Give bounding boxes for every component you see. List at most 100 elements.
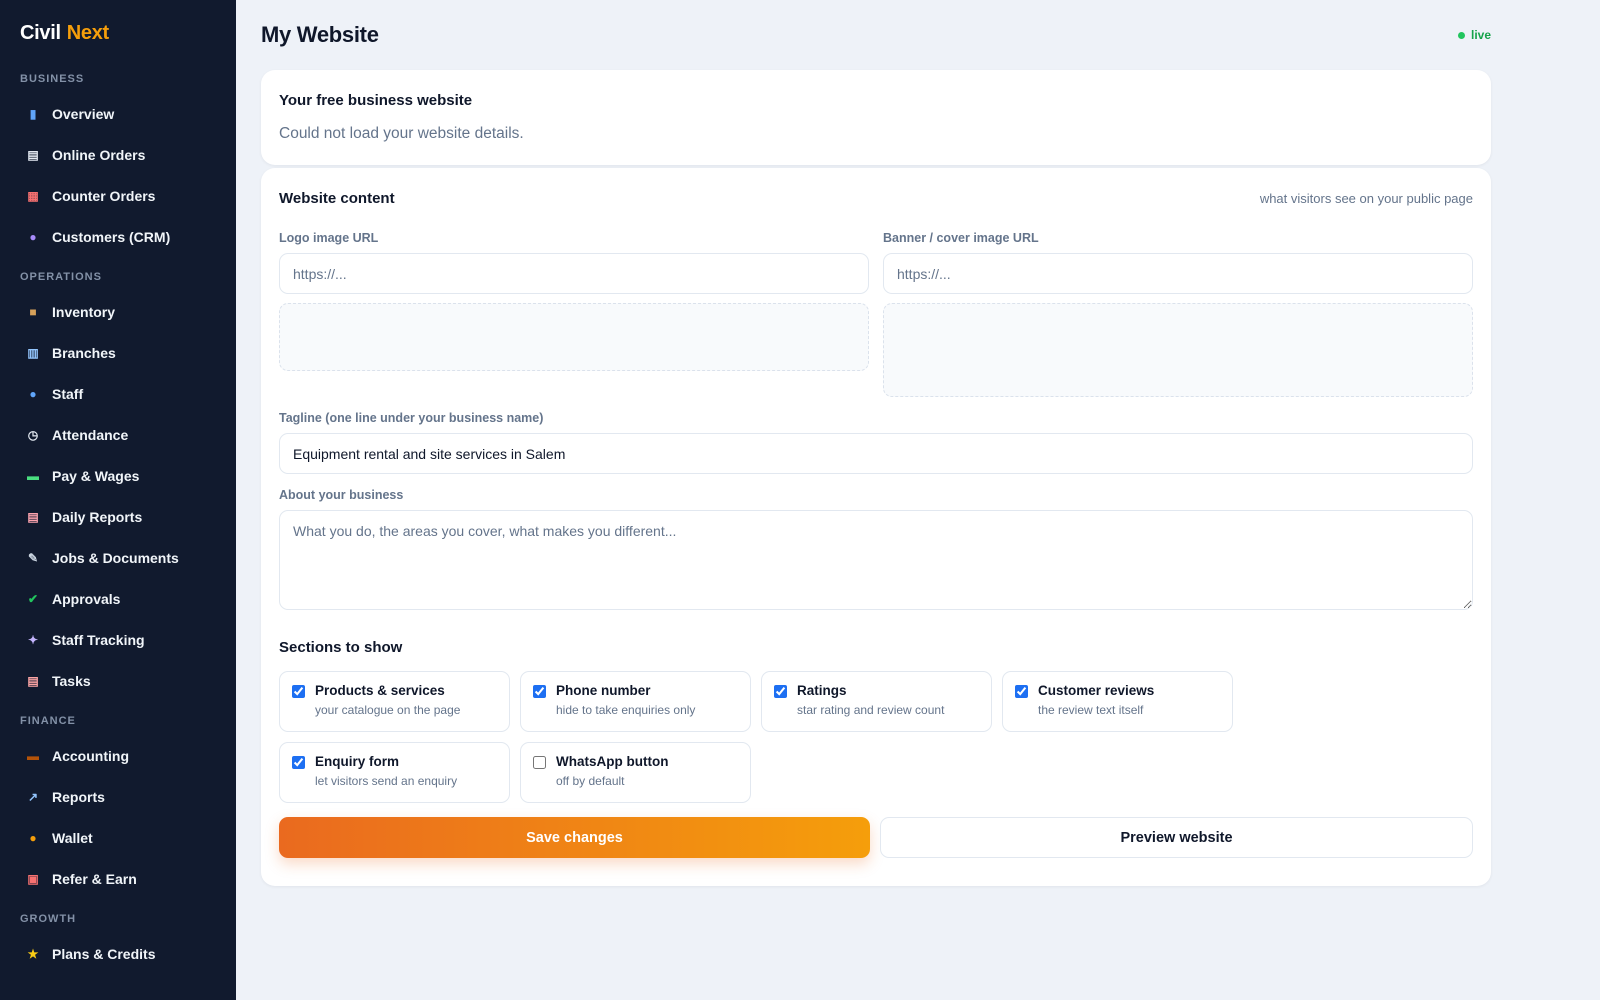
sidebar-item-label: Wallet (52, 829, 93, 846)
trend-chart-icon: ↗ (27, 789, 39, 804)
sidebar-item-approvals[interactable]: ✔ Approvals (0, 578, 236, 619)
banner-column: Banner / cover image URL (883, 231, 1473, 397)
section-checkbox[interactable] (1015, 685, 1028, 698)
sidebar-item-reports[interactable]: ↗ Reports (0, 776, 236, 817)
section-option-whatsapp-button[interactable]: WhatsApp button off by default (520, 742, 751, 803)
tagline-field-group: Tagline (one line under your business na… (279, 411, 1473, 474)
section-option-title: Ratings (797, 683, 847, 698)
sidebar-item-attendance[interactable]: ◷ Attendance (0, 414, 236, 455)
worker-icon: ● (29, 386, 37, 401)
memo-icon: ▤ (27, 509, 39, 524)
wrench-icon: ✎ (27, 550, 39, 565)
sidebar-item-accounting[interactable]: ▬ Accounting (0, 735, 236, 776)
sidebar-item-daily-reports[interactable]: ▤ Daily Reports (0, 496, 236, 537)
section-checkbox[interactable] (533, 685, 546, 698)
section-option-ratings[interactable]: Ratings star rating and review count (761, 671, 992, 732)
sidebar-item-label: Accounting (52, 747, 129, 764)
section-checkbox[interactable] (533, 756, 546, 769)
section-checkbox[interactable] (292, 685, 305, 698)
sidebar-item-staff[interactable]: ● Staff (0, 373, 236, 414)
banner-url-input[interactable] (883, 253, 1473, 294)
sidebar-item-label: Counter Orders (52, 187, 156, 204)
save-changes-button[interactable]: Save changes (279, 817, 870, 858)
section-option-text: Enquiry form let visitors send an enquiry (315, 754, 457, 788)
sidebar-section-label: GROWTH (20, 913, 77, 925)
sidebar-nav: BUSINESS ▮ Overview ▤ Online Orders ▦ Counter … (0, 71, 236, 974)
page-header: My Website live (261, 0, 1491, 70)
logo-url-label: Logo image URL (279, 231, 379, 245)
package-icon: ■ (29, 304, 37, 319)
sidebar-item-branches[interactable]: ▥ Branches (0, 332, 236, 373)
tagline-input[interactable] (279, 433, 1473, 474)
sidebar-item-label: Approvals (52, 590, 121, 607)
logo-url-input[interactable] (279, 253, 869, 294)
section-checkbox[interactable] (292, 756, 305, 769)
sidebar-item-online-orders[interactable]: ▤ Online Orders (0, 134, 236, 175)
brand-part2: Next (66, 22, 109, 44)
sidebar-item-overview[interactable]: ▮ Overview (0, 93, 236, 134)
sidebar-item-tasks[interactable]: ▤ Tasks (0, 660, 236, 701)
money-bag-icon: ● (29, 830, 37, 845)
section-option-text: Ratings star rating and review count (797, 683, 944, 717)
website-status-card: Your free business website Could not loa… (261, 70, 1491, 165)
section-option-enquiry-form[interactable]: Enquiry form let visitors send an enquiry (279, 742, 510, 803)
banner-url-label: Banner / cover image URL (883, 231, 1039, 245)
about-textarea[interactable] (279, 510, 1473, 610)
sidebar-item-wallet[interactable]: ● Wallet (0, 817, 236, 858)
section-option-text: WhatsApp button off by default (556, 754, 668, 788)
sidebar-item-label: Online Orders (52, 146, 146, 163)
content-card-header: Website content what visitors see on you… (279, 190, 1473, 207)
section-option-title: Phone number (556, 683, 651, 698)
about-label: About your business (279, 488, 404, 502)
logo-preview (279, 303, 869, 371)
sidebar-item-pay-wages[interactable]: ▬ Pay & Wages (0, 455, 236, 496)
building-icon: ▥ (27, 345, 39, 360)
sidebar-item-jobs-documents[interactable]: ✎ Jobs & Documents (0, 537, 236, 578)
receipt-icon: ▤ (27, 147, 39, 162)
section-option-title: Enquiry form (315, 754, 400, 769)
section-option-title: Customer reviews (1038, 683, 1155, 698)
sidebar-item-label: Plans & Credits (52, 945, 156, 962)
tagline-label: Tagline (one line under your business na… (279, 411, 544, 425)
sidebar-item-label: Pay & Wages (52, 467, 140, 484)
section-option-title: Products & services (315, 683, 445, 698)
banner-preview (883, 303, 1473, 397)
section-option-text: Products & services your catalogue on the… (315, 683, 460, 717)
sections-title: Sections to show (279, 639, 403, 656)
live-status-label: live (1470, 28, 1491, 42)
section-checkbox[interactable] (774, 685, 787, 698)
briefcase-icon: ▬ (27, 748, 39, 763)
main-content: My Website live Your free business websi… (261, 0, 1491, 886)
bar-chart-icon: ▮ (29, 106, 37, 121)
sidebar-item-staff-tracking[interactable]: ✦ Staff Tracking (0, 619, 236, 660)
sidebar-section-label: OPERATIONS (20, 271, 102, 283)
section-option-description: off by default (556, 774, 625, 788)
content-card-hint: what visitors see on your public page (1259, 191, 1473, 206)
live-dot-icon (1457, 31, 1465, 39)
section-option-phone-number[interactable]: Phone number hide to take enquiries only (520, 671, 751, 732)
sidebar-item-plans-credits[interactable]: ★ Plans & Credits (0, 933, 236, 974)
satellite-icon: ✦ (27, 632, 39, 647)
clipboard-icon: ▤ (27, 673, 39, 688)
section-option-products-services[interactable]: Products & services your catalogue on the… (279, 671, 510, 732)
sidebar-item-label: Attendance (52, 426, 129, 443)
sidebar: Civil Next BUSINESS ▮ Overview ▤ Online Order… (0, 0, 236, 1000)
brand-part1: Civil (20, 22, 61, 44)
live-status-badge: live (1457, 28, 1491, 42)
sidebar-item-customers-crm[interactable]: ● Customers (CRM) (0, 216, 236, 257)
sidebar-item-refer-earn[interactable]: ▣ Refer & Earn (0, 858, 236, 899)
preview-website-button[interactable]: Preview website (880, 817, 1473, 858)
sidebar-item-label: Tasks (52, 672, 91, 689)
people-icon: ● (29, 229, 37, 244)
sections-options: Products & services your catalogue on the… (279, 671, 1473, 803)
check-box-icon: ✔ (27, 591, 39, 606)
section-option-description: the review text itself (1038, 703, 1144, 717)
sidebar-item-counter-orders[interactable]: ▦ Counter Orders (0, 175, 236, 216)
gift-icon: ▣ (27, 871, 39, 886)
page-title: My Website (261, 22, 379, 47)
section-option-customer-reviews[interactable]: Customer reviews the review text itself (1002, 671, 1233, 732)
sidebar-item-label: Inventory (52, 303, 116, 320)
brand-logo[interactable]: Civil Next (0, 0, 236, 59)
content-card-title: Website content (279, 190, 395, 207)
sidebar-item-inventory[interactable]: ■ Inventory (0, 291, 236, 332)
